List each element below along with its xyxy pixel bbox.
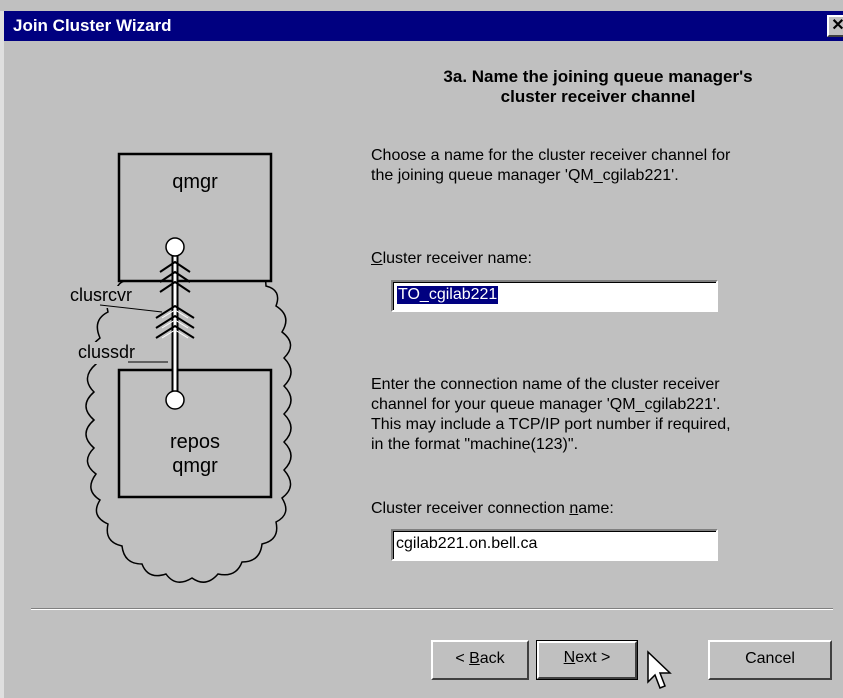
back-button[interactable]: < Back [431,640,529,680]
intro-text: Choose a name for the cluster receiver c… [371,147,731,184]
connection-help-text: Enter the connection name of the cluster… [371,376,731,453]
receiver-name-value[interactable]: TO_cgilab221 [395,285,500,305]
connection-name-field[interactable] [391,529,718,561]
cluster-diagram [60,152,292,583]
close-button[interactable]: ✕ [827,15,843,37]
connection-name-label: Cluster receiver connection name: [371,500,614,517]
clusrcvr-label: clusrcvr [70,285,132,305]
bottom-box-label-2: qmgr [172,455,218,477]
sender-endpoint-icon [165,390,185,410]
receiver-name-label: Cluster receiver name: [371,250,532,267]
bottom-box-label-1: repos [169,431,221,453]
receiver-name-field[interactable]: TO_cgilab221 [391,280,718,312]
receiver-endpoint-icon [165,237,185,257]
cancel-button[interactable]: Cancel [708,640,832,680]
connection-name-input[interactable] [396,535,696,553]
next-button[interactable]: Next > [536,640,638,680]
close-icon: ✕ [831,17,843,34]
clussdr-label: clussdr [78,342,136,362]
mouse-pointer-icon [647,650,672,689]
top-box-label: qmgr [172,171,218,193]
join-cluster-wizard-window: Join Cluster Wizard ✕ qmgr repos qmgr cl… [0,0,843,698]
step-heading: 3a. Name the joining queue manager's clu… [443,67,753,106]
